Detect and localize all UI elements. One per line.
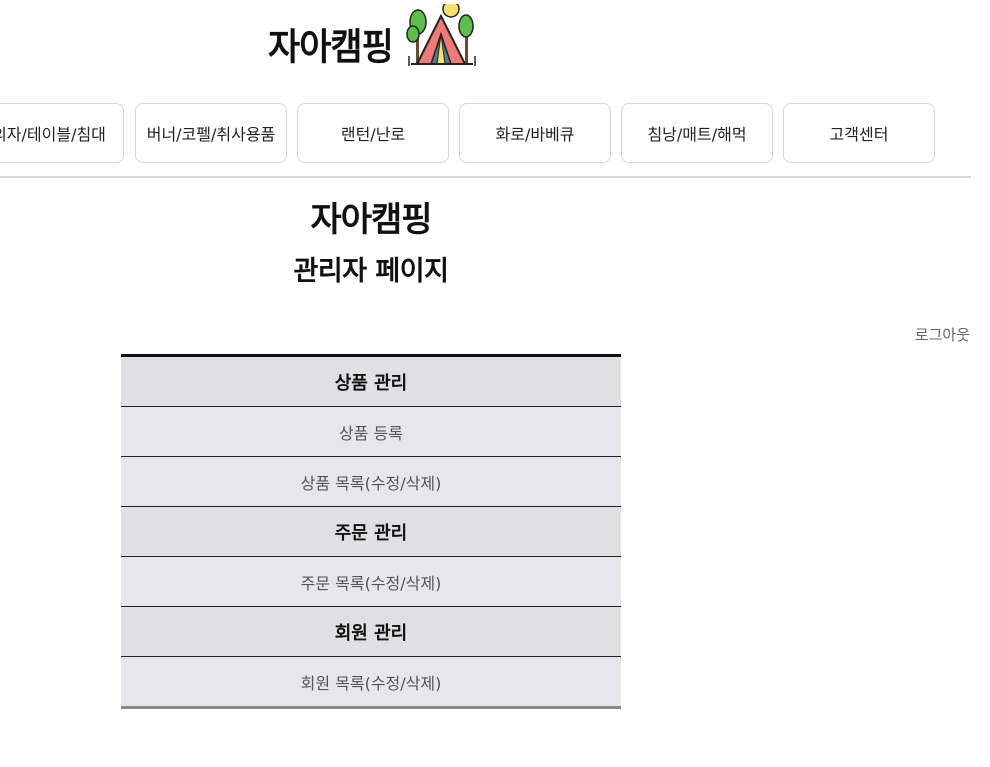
nav-item-chair-table-bed[interactable]: 의자/테이블/침대 [0, 103, 124, 163]
nav-item-label: 버너/코펠/취사용품 [146, 125, 276, 144]
nav-item-label: 화로/바베큐 [495, 125, 575, 144]
nav-item-lantern-heater[interactable]: 랜턴/난로 [297, 103, 449, 163]
category-nav: 의자/테이블/침대 버너/코펠/취사용품 랜턴/난로 화로/바베큐 침낭/매트/… [0, 103, 990, 165]
member-list-link[interactable]: 회원 목록(수정/삭제) [121, 657, 621, 706]
product-register-link[interactable]: 상품 등록 [121, 407, 621, 457]
nav-item-brazier-bbq[interactable]: 화로/바베큐 [459, 103, 611, 163]
site-logo[interactable]: 자아캠핑 [268, 0, 479, 70]
nav-item-customer-center[interactable]: 고객센터 [783, 103, 935, 163]
logout-link[interactable]: 로그아웃 [915, 324, 970, 345]
nav-item-label: 고객센터 [829, 125, 889, 144]
nav-item-label: 랜턴/난로 [340, 125, 406, 144]
nav-item-burner-cookware[interactable]: 버너/코펠/취사용품 [135, 103, 287, 163]
nav-item-sleeping-bag-mat-hammock[interactable]: 침낭/매트/해먹 [621, 103, 773, 163]
admin-menu-table: 상품 관리 상품 등록 상품 목록(수정/삭제) 주문 관리 주문 목록(수정/… [121, 354, 621, 709]
nav-divider [0, 176, 971, 178]
admin-page-title: 관리자 페이지 [293, 256, 449, 287]
order-management-header: 주문 관리 [121, 507, 621, 557]
tent-with-trees-and-sun-icon [406, 4, 476, 66]
logo-text: 자아캠핑 [268, 26, 394, 69]
nav-item-label: 의자/테이블/침대 [0, 125, 106, 144]
order-list-link[interactable]: 주문 목록(수정/삭제) [121, 557, 621, 607]
product-list-link[interactable]: 상품 목록(수정/삭제) [121, 457, 621, 507]
admin-page: 자아캠핑 의자/테이블/침대 버너/코펠/취사용품 랜턴/난로 화로/바베큐 침… [0, 0, 990, 767]
nav-item-label: 침낭/매트/해먹 [647, 125, 747, 144]
admin-brand-title: 자아캠핑 [310, 200, 432, 240]
product-management-header: 상품 관리 [121, 357, 621, 407]
member-management-header: 회원 관리 [121, 607, 621, 657]
